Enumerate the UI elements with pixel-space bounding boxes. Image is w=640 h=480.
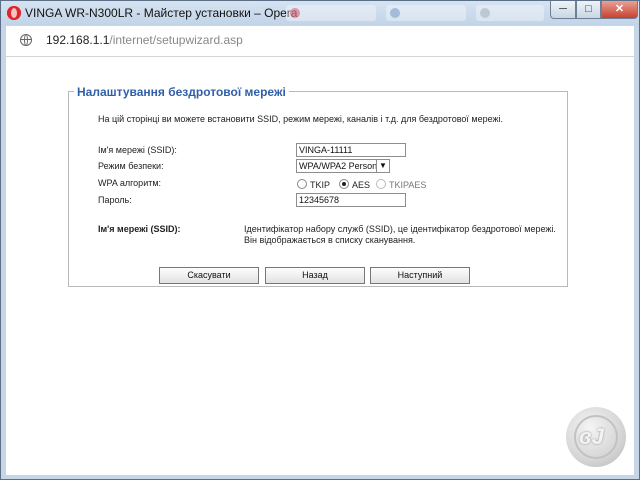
watermark-mark: ɞJ — [579, 424, 604, 449]
intro-text: На цій сторінці ви можете встановити SSI… — [98, 114, 504, 124]
close-button[interactable]: ✕ — [601, 1, 638, 19]
radio-tkipaes[interactable]: TKIPAES — [376, 179, 426, 190]
url-path: /internet/setupwizard.asp — [109, 33, 243, 47]
window-title: VINGA WR-N300LR - Майстер установки – Op… — [25, 6, 298, 20]
ssid-input[interactable]: VINGA-11111 — [296, 143, 406, 157]
background-tab[interactable] — [386, 5, 466, 21]
watermark-logo: ɞJ — [566, 407, 626, 467]
security-mode-select[interactable]: WPA/WPA2 Personal ▼ — [296, 159, 390, 173]
opera-icon[interactable] — [7, 6, 21, 20]
background-tab[interactable] — [476, 5, 544, 21]
title-bar: VINGA WR-N300LR - Майстер установки – Op… — [1, 1, 639, 25]
security-mode-label: Режим безпеки: — [98, 161, 164, 171]
radio-tkipaes-label: TKIPAES — [389, 180, 427, 190]
wpa-algorithm-label: WPA алгоритм: — [98, 178, 162, 188]
cancel-button[interactable]: Скасувати — [159, 267, 259, 284]
radio-aes[interactable]: AES — [339, 179, 370, 190]
radio-tkip[interactable]: TKIP — [297, 179, 330, 190]
help-title: Ім'я мережі (SSID): — [98, 224, 181, 234]
url-host: 192.168.1.1 — [46, 33, 110, 47]
maximize-button[interactable]: □ — [576, 1, 601, 19]
radio-circle[interactable] — [376, 179, 386, 189]
minimize-button[interactable]: ─ — [550, 1, 576, 19]
browser-window: VINGA WR-N300LR - Майстер установки – Op… — [0, 0, 640, 480]
radio-circle[interactable] — [339, 179, 349, 189]
background-tab[interactable] — [286, 5, 376, 21]
address-bar[interactable]: 192.168.1.1/internet/setupwizard.asp — [6, 26, 634, 57]
radio-tkip-label: TKIP — [310, 180, 331, 190]
back-button[interactable]: Назад — [265, 267, 365, 284]
url-field[interactable]: 192.168.1.1/internet/setupwizard.asp — [46, 33, 243, 47]
password-label: Пароль: — [98, 195, 132, 205]
globe-icon — [20, 34, 32, 46]
help-text: Ідентифікатор набору служб (SSID), це ід… — [244, 224, 556, 245]
page-content: Налаштування бездротової мережі На цій с… — [6, 57, 634, 475]
chevron-down-icon[interactable]: ▼ — [376, 160, 389, 172]
radio-aes-label: AES — [352, 180, 371, 190]
fieldset-legend: Налаштування бездротової мережі — [74, 85, 289, 99]
password-input[interactable]: 12345678 — [296, 193, 406, 207]
security-mode-value: WPA/WPA2 Personal — [299, 161, 377, 171]
radio-circle[interactable] — [297, 179, 307, 189]
next-button[interactable]: Наступний — [370, 267, 470, 284]
ssid-label: Ім'я мережі (SSID): — [98, 145, 177, 155]
